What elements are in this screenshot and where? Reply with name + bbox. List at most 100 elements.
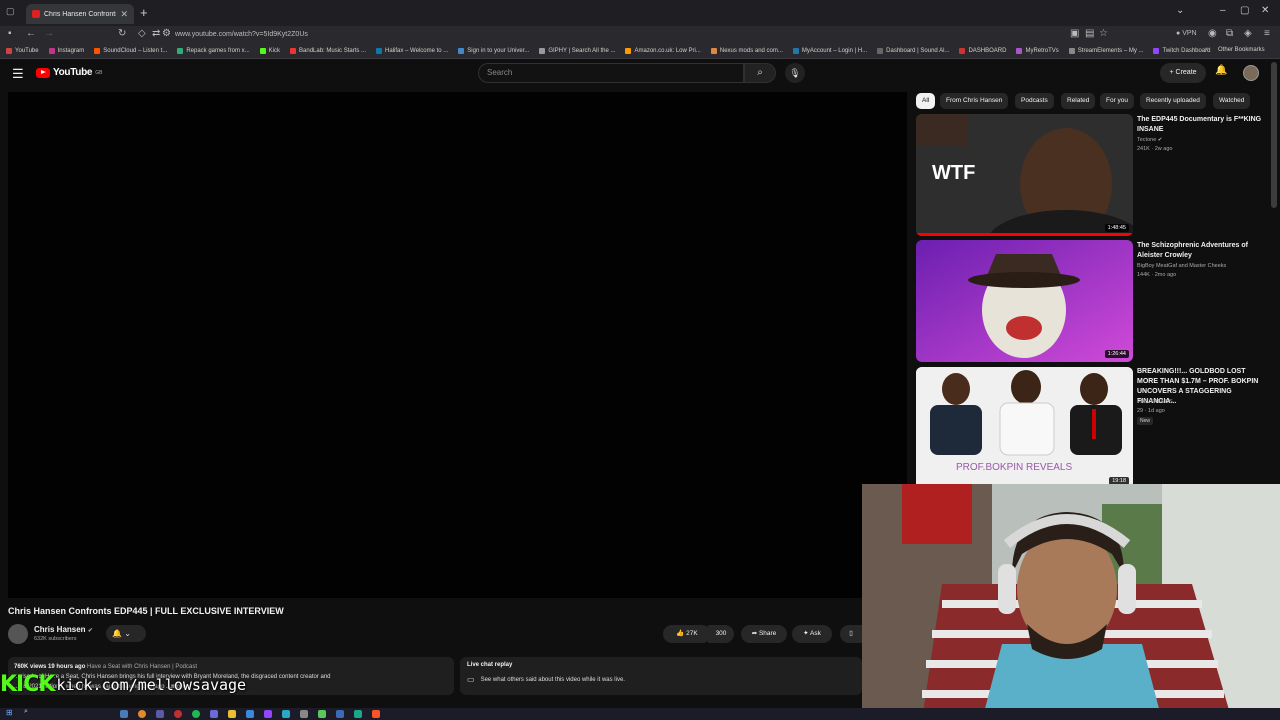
- menu-icon[interactable]: ≡: [1264, 28, 1270, 39]
- view-count: 760K views: [14, 664, 47, 670]
- reload-icon[interactable]: ↻: [118, 28, 126, 39]
- pin-icon[interactable]: ▪: [8, 28, 12, 39]
- taskbar-app-icon[interactable]: [300, 710, 308, 718]
- bookmark-item[interactable]: BandLab: Music Starts ...: [290, 47, 366, 54]
- page-scrollbar[interactable]: [1271, 62, 1277, 208]
- browser-tab[interactable]: Chris Hansen Confronts EDP445 ✕: [26, 4, 134, 24]
- like-button[interactable]: 👍 27K: [663, 625, 711, 643]
- recommendation-thumbnail[interactable]: WTF 1:48:45: [916, 114, 1133, 236]
- dislike-button[interactable]: 300: [708, 625, 734, 643]
- bookmark-item[interactable]: MyAccount – Login | H...: [792, 47, 867, 54]
- bookmark-icon: [1016, 47, 1023, 54]
- live-chat-row[interactable]: ▭ See what others said about this video w…: [467, 675, 855, 684]
- taskbar-app-icon[interactable]: [120, 710, 128, 718]
- chip-for-you[interactable]: For you: [1100, 93, 1135, 109]
- ask-button[interactable]: ✦ Ask: [792, 625, 832, 643]
- other-bookmarks[interactable]: Other Bookmarks: [1218, 47, 1265, 53]
- tab-search-icon[interactable]: ⌄: [1176, 5, 1184, 16]
- chip-all[interactable]: All: [916, 93, 936, 109]
- thumbnail-text: PROF.BOKPIN REVEALS: [956, 462, 1073, 473]
- recommendation-title[interactable]: The EDP445 Documentary is F**KING INSANE: [1137, 115, 1267, 135]
- close-window-icon[interactable]: ✕: [1261, 5, 1269, 16]
- chip-from-chris-hansen[interactable]: From Chris Hansen: [940, 93, 1009, 109]
- bookmark-item[interactable]: Repack games from x...: [177, 47, 250, 54]
- bookmark-item[interactable]: Instagram: [48, 47, 84, 54]
- bookmark-item[interactable]: Amazon.co.uk: Low Pri...: [625, 47, 701, 54]
- ask-label: Ask: [810, 630, 821, 637]
- hamburger-menu-icon[interactable]: ☰: [12, 66, 24, 82]
- playlist-link[interactable]: Have a Seat with Chris Hansen | Podcast: [87, 664, 197, 670]
- recommendation-thumbnail[interactable]: PROF.BOKPIN REVEALS 19:18: [916, 367, 1133, 489]
- bookmark-item[interactable]: YouTube: [6, 47, 39, 54]
- screenshot-icon[interactable]: ▣: [1070, 28, 1079, 39]
- recommendation-title[interactable]: The Schizophrenic Adventures of Aleister…: [1137, 241, 1267, 261]
- taskbar-app-icon[interactable]: [264, 710, 272, 718]
- forward-icon[interactable]: →: [44, 28, 54, 39]
- bookmark-item[interactable]: Kick: [259, 47, 280, 54]
- back-icon[interactable]: ←: [26, 28, 36, 39]
- channel-avatar[interactable]: [8, 624, 28, 644]
- taskbar-app-icon[interactable]: [174, 710, 182, 718]
- bookmark-label: Nexus mods and com...: [719, 47, 783, 54]
- chip-recently-uploaded[interactable]: Recently uploaded: [1140, 93, 1206, 109]
- youtube-logo[interactable]: YouTube GB: [36, 67, 102, 78]
- chip-related[interactable]: Related: [1061, 93, 1096, 109]
- notifications-bell-icon[interactable]: 🔔: [1215, 65, 1227, 76]
- extensions-icon[interactable]: ⧉: [1226, 28, 1233, 39]
- search-input[interactable]: Search: [478, 63, 744, 83]
- taskbar-app-icon[interactable]: [228, 710, 236, 718]
- search-button[interactable]: ⌕: [744, 63, 776, 83]
- create-button[interactable]: + Create: [1160, 63, 1206, 83]
- account-avatar[interactable]: [1243, 65, 1259, 81]
- save-icon: ▯: [849, 630, 853, 637]
- share-button[interactable]: ➦ Share: [741, 625, 787, 643]
- taskbar-app-icon[interactable]: [318, 710, 326, 718]
- share-page-icon[interactable]: ⇄: [152, 28, 160, 39]
- taskbar-app-icon[interactable]: [372, 710, 380, 718]
- wallet-icon[interactable]: ◉: [1208, 28, 1217, 39]
- recommendation-channel[interactable]: BigBoy MeatGaf and Master Cheeks: [1137, 262, 1226, 270]
- new-tab-icon[interactable]: +: [140, 5, 148, 20]
- recommendation-thumbnail[interactable]: 1:26:44: [916, 240, 1133, 362]
- adblock-icon[interactable]: ◈: [1244, 28, 1252, 39]
- save-button[interactable]: ▯: [840, 625, 862, 643]
- shield-icon[interactable]: ◇: [138, 28, 146, 39]
- chip-watched[interactable]: Watched: [1213, 93, 1251, 109]
- bookmark-item[interactable]: Twitch Dashboard: [1153, 47, 1211, 54]
- taskbar-app-icon[interactable]: [354, 710, 362, 718]
- bookmark-item[interactable]: Sign in to your Univer...: [458, 47, 529, 54]
- close-tab-icon[interactable]: ✕: [120, 9, 128, 20]
- bookmark-item[interactable]: Nexus mods and com...: [710, 47, 783, 54]
- taskbar-app-icon[interactable]: [246, 710, 254, 718]
- voice-search-button[interactable]: 🎙: [785, 63, 805, 83]
- bookmark-item[interactable]: GIPHY | Search All the ...: [539, 47, 615, 54]
- taskbar-app-icon[interactable]: [282, 710, 290, 718]
- chip-podcasts[interactable]: Podcasts: [1015, 93, 1054, 109]
- minimize-icon[interactable]: –: [1220, 5, 1226, 16]
- start-icon[interactable]: ⊞: [6, 708, 13, 717]
- bookmark-item[interactable]: Halifax – Welcome to ...: [376, 47, 448, 54]
- bookmark-item[interactable]: SoundCloud – Listen t...: [94, 47, 167, 54]
- bookmark-star-icon[interactable]: ☆: [1099, 28, 1108, 39]
- search-icon[interactable]: ⌕: [24, 708, 28, 716]
- bookmark-item[interactable]: Dashboard | Sound Al...: [877, 47, 949, 54]
- recommendation-channel[interactable]: FMS TRENDS: [1137, 398, 1173, 406]
- subscription-bell-button[interactable]: 🔔 ⌄: [106, 625, 146, 642]
- channel-name[interactable]: Chris Hansen ✔: [34, 625, 93, 634]
- taskbar-app-icon[interactable]: [192, 710, 200, 718]
- taskbar-app-icon[interactable]: [210, 710, 218, 718]
- maximize-icon[interactable]: ▢: [1240, 5, 1249, 16]
- bookmark-item[interactable]: DASHBOARD: [959, 47, 1006, 54]
- sidebar-toggle-icon[interactable]: ▢: [6, 6, 15, 17]
- recommendation-channel[interactable]: Tectone ✔: [1137, 136, 1162, 144]
- bookmark-item[interactable]: StreamElements – My ...: [1068, 47, 1143, 54]
- video-player[interactable]: [8, 92, 907, 598]
- bookmark-item[interactable]: MyRetroTVs: [1016, 47, 1059, 54]
- reader-icon[interactable]: ▤: [1085, 28, 1094, 39]
- url-field[interactable]: www.youtube.com/watch?v=5Id9Kyt2Z0Us: [170, 27, 1160, 42]
- taskbar-app-icon[interactable]: [336, 710, 344, 718]
- more-bookmarks-icon[interactable]: »: [1205, 46, 1209, 53]
- taskbar-app-icon[interactable]: [156, 710, 164, 718]
- vpn-button[interactable]: ● VPN: [1176, 30, 1197, 37]
- taskbar-app-icon[interactable]: [138, 710, 146, 718]
